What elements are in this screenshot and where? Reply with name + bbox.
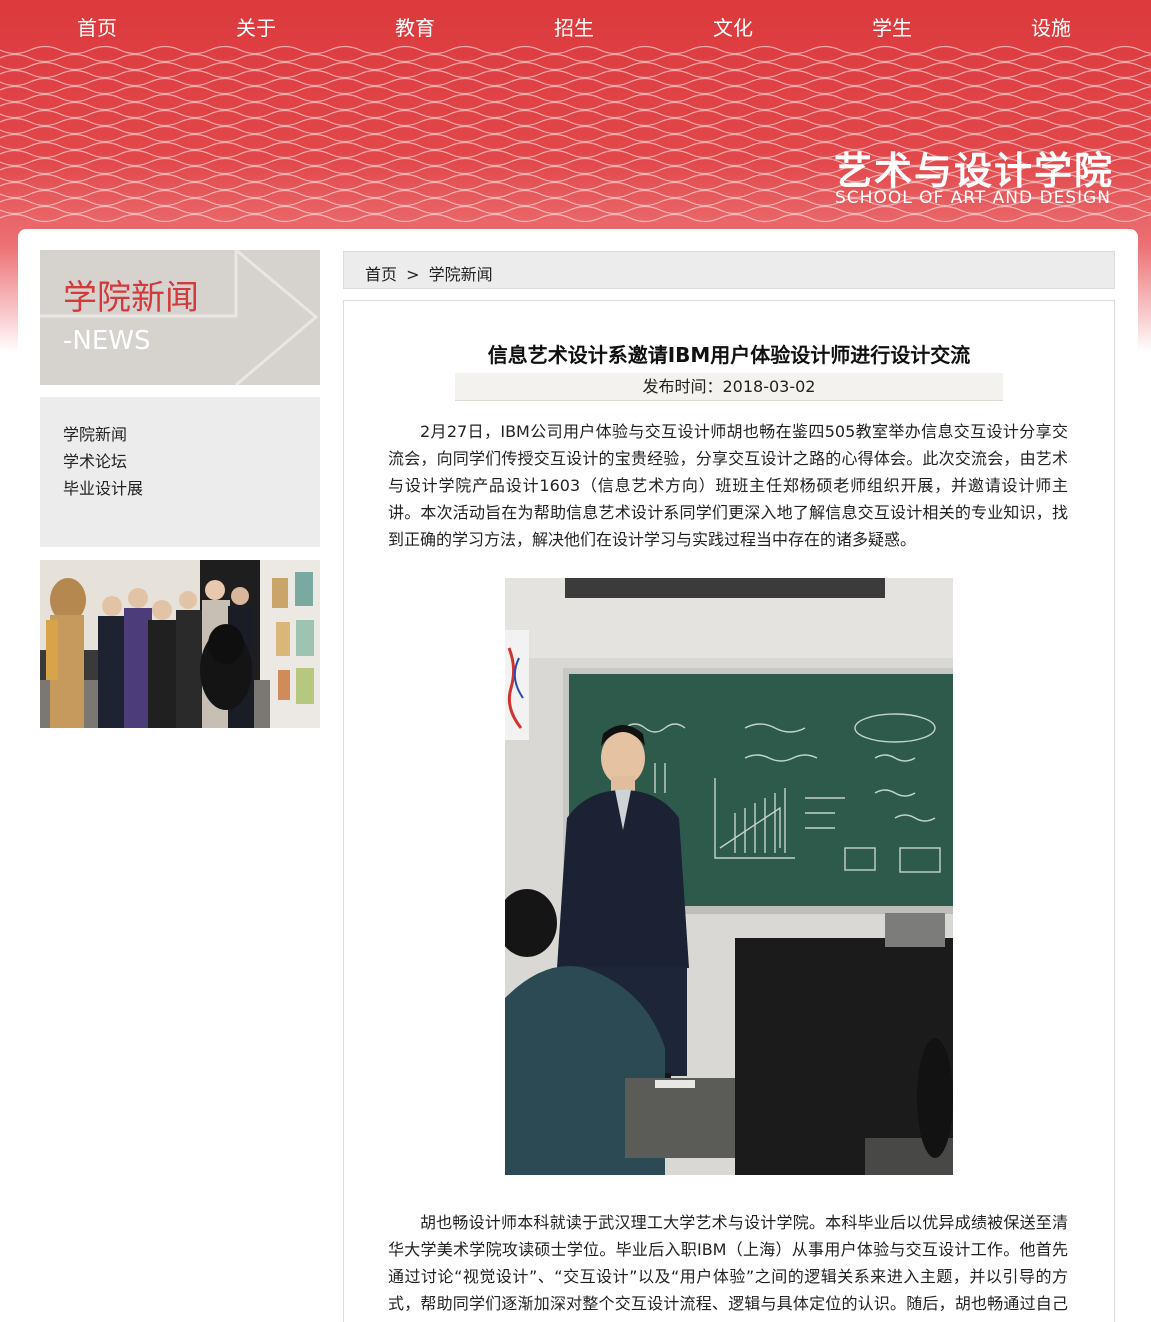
nav-item-students[interactable]: 学生 xyxy=(832,12,952,41)
wave-line xyxy=(0,125,1151,135)
wave-line xyxy=(0,101,1151,111)
exhibition-photo[interactable] xyxy=(40,560,320,728)
wave-line xyxy=(0,61,1151,71)
sidebar-menu: 学院新闻 学术论坛 毕业设计展 xyxy=(40,397,320,547)
nav-item-facilities[interactable]: 设施 xyxy=(991,12,1111,41)
school-logo-name[interactable]: 艺术与设计学院 xyxy=(834,140,1114,195)
wave-line xyxy=(0,69,1151,79)
article-title: 信息艺术设计系邀请IBM用户体验设计师进行设计交流 xyxy=(487,343,971,367)
breadcrumb-current-link[interactable]: 学院新闻 xyxy=(429,265,493,284)
school-logo-english: SCHOOL OF ART AND DESIGN xyxy=(835,188,1112,208)
nav-item-culture[interactable]: 文化 xyxy=(673,12,793,41)
breadcrumb-home-link[interactable]: 首页 xyxy=(365,265,397,284)
article-publish-date: 发布时间：2018-03-02 xyxy=(455,373,1003,401)
sidebar-item-graduation-exhibition[interactable]: 毕业设计展 xyxy=(63,475,320,502)
sidebar-title: 学院新闻 xyxy=(63,278,199,318)
sidebar-item-academic-forum[interactable]: 学术论坛 xyxy=(63,448,320,475)
wave-line xyxy=(0,85,1151,95)
nav-item-education[interactable]: 教育 xyxy=(355,12,475,41)
sidebar-item-college-news[interactable]: 学院新闻 xyxy=(63,421,320,448)
sidebar-subtitle: -NEWS xyxy=(63,326,151,356)
article-panel: 信息艺术设计系邀请IBM用户体验设计师进行设计交流 发布时间：2018-03-0… xyxy=(343,300,1115,1322)
exhibition-photo-image xyxy=(40,560,320,728)
breadcrumb-separator: > xyxy=(406,265,420,284)
wave-line xyxy=(0,213,1151,223)
breadcrumb: 首页 > 学院新闻 xyxy=(343,251,1115,289)
wave-line xyxy=(0,93,1151,103)
article-paragraph-1: 2月27日，IBM公司用户体验与交互设计师胡也畅在鉴四505教室举办信息交互设计… xyxy=(388,422,1068,549)
wave-line xyxy=(0,117,1151,127)
article-paragraph-2: 胡也畅设计师本科就读于武汉理工大学艺术与设计学院。本科毕业后以优异成绩被保送至清… xyxy=(388,1213,1068,1322)
nav-item-admissions[interactable]: 招生 xyxy=(514,12,634,41)
nav-item-about[interactable]: 关于 xyxy=(196,12,316,41)
sidebar-title-panel: 学院新闻 -NEWS xyxy=(40,250,320,385)
wave-line xyxy=(0,53,1151,63)
wave-line xyxy=(0,109,1151,119)
main-nav: 首页 关于 教育 招生 文化 学生 设施 xyxy=(0,0,1151,54)
wave-line xyxy=(0,77,1151,87)
article-photo xyxy=(505,578,953,1175)
nav-item-home[interactable]: 首页 xyxy=(37,12,157,41)
lecture-photo-image xyxy=(505,578,953,1175)
